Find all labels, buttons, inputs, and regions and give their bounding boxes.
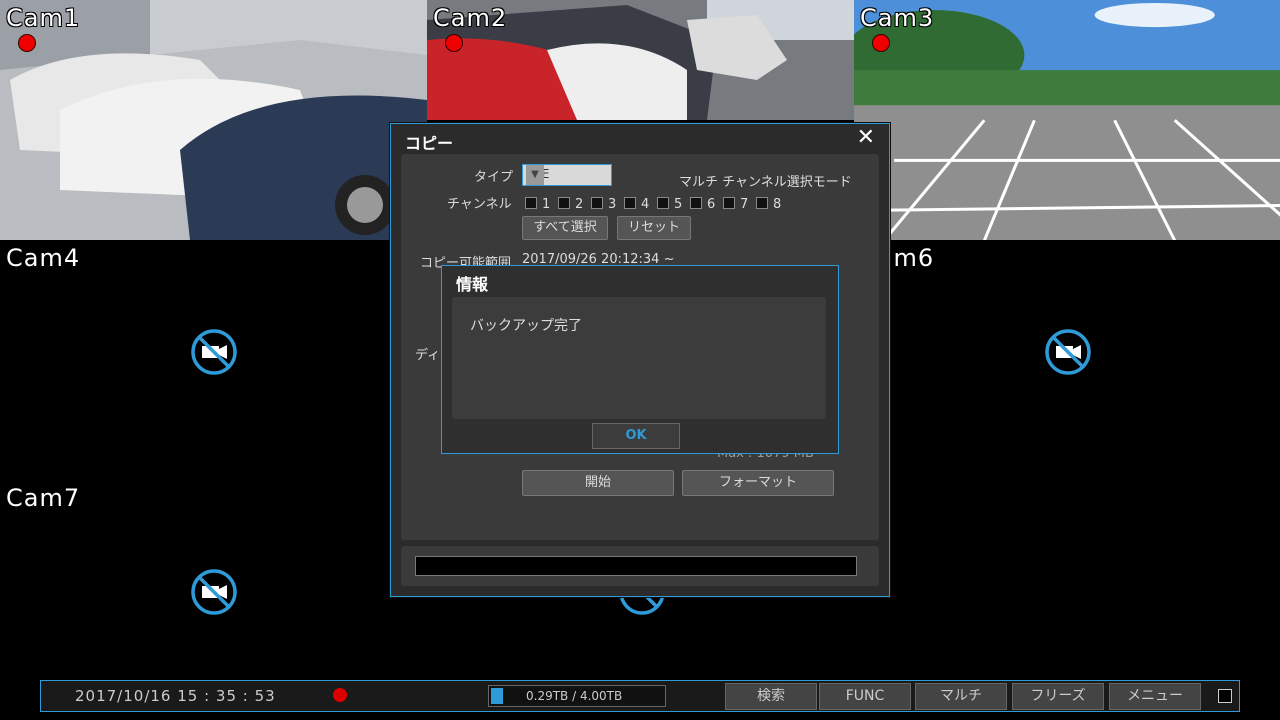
fullscreen-toggle[interactable] [1218,689,1232,703]
type-select[interactable]: EXE ▼ [522,164,612,186]
camera-feed-3 [854,0,1280,240]
chevron-down-icon[interactable]: ▼ [526,165,544,185]
status-bar: 2017/10/16 15 : 35 : 53 0.29TB / 4.00TB … [40,680,1240,712]
select-all-button[interactable]: すべて選択 [522,216,608,240]
channel-checkbox-3[interactable]: 3 [591,197,616,212]
info-message-box: バックアップ完了 [452,297,826,419]
camera-tile-1[interactable]: Cam1 [0,0,427,240]
channel-label: チャンネル [447,197,512,212]
mode-label: マルチ チャンネル選択モード [679,175,852,190]
func-button[interactable]: FUNC [819,683,911,710]
close-icon[interactable]: ✕ [857,125,875,150]
channel-checkbox-8[interactable]: 8 [756,197,781,212]
format-button[interactable]: フォーマット [682,470,834,496]
channel-checkbox-2[interactable]: 2 [558,197,583,212]
camera-label: Cam3 [860,4,935,32]
datetime: 2017/10/16 15 : 35 : 53 [75,687,276,705]
camera-label: Cam2 [433,4,508,32]
record-status-icon [333,688,347,702]
type-label: タイプ [474,170,514,185]
record-indicator-icon [445,34,463,52]
camera-tile-6[interactable]: Cam6 [854,240,1280,480]
copy-progress-bar [415,556,857,576]
camera-label: Cam4 [6,244,81,272]
camera-feed-1 [0,0,427,240]
ok-button[interactable]: OK [592,423,680,449]
camera-off-icon [191,569,237,615]
camera-tile-4[interactable]: Cam4 [0,240,427,480]
device-label: ディ [415,348,441,363]
search-button[interactable]: 検索 [725,683,817,710]
camera-off-icon [1045,329,1091,375]
progress-panel [401,546,879,586]
storage-fill [491,688,503,704]
channel-checkbox-5[interactable]: 5 [657,197,682,212]
dialog-title: コピー [405,134,454,153]
record-indicator-icon [18,34,36,52]
channel-checkbox-1[interactable]: 1 [525,197,550,212]
info-title: 情報 [456,275,489,294]
storage-meter: 0.29TB / 4.00TB [488,685,666,707]
channel-checkbox-4[interactable]: 4 [624,197,649,212]
info-popup: 情報 バックアップ完了 OK [441,265,839,454]
channel-checkbox-6[interactable]: 6 [690,197,715,212]
channel-checkbox-7[interactable]: 7 [723,197,748,212]
info-message: バックアップ完了 [470,318,582,334]
record-indicator-icon [872,34,890,52]
start-button[interactable]: 開始 [522,470,674,496]
storage-text: 0.29TB / 4.00TB [526,689,623,703]
multi-button[interactable]: マルチ [915,683,1007,710]
camera-off-icon [191,329,237,375]
menu-button[interactable]: メニュー [1109,683,1201,710]
freeze-button[interactable]: フリーズ [1012,683,1104,710]
camera-label: Cam1 [6,4,81,32]
camera-tile-3[interactable]: Cam3 [854,0,1280,240]
reset-button[interactable]: リセット [617,216,691,240]
camera-label: Cam7 [6,484,81,512]
